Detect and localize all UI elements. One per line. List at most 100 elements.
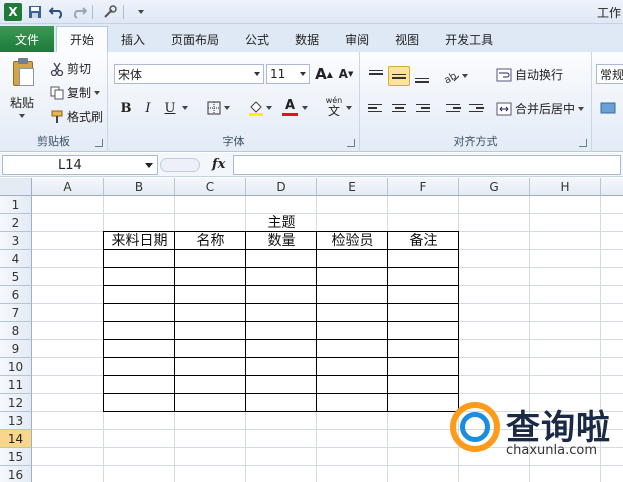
save-icon[interactable] xyxy=(26,3,44,21)
cell-d3-header[interactable]: 数量 xyxy=(246,232,317,250)
column-header-b[interactable]: B xyxy=(104,178,175,196)
row-header-13[interactable]: 13 xyxy=(0,412,32,430)
column-header-d[interactable]: D xyxy=(246,178,317,196)
fill-color-dropdown-icon[interactable] xyxy=(264,98,274,118)
font-size-select[interactable]: 11 xyxy=(266,64,310,84)
border-button[interactable] xyxy=(204,98,224,118)
tab-view[interactable]: 视图 xyxy=(382,26,432,52)
row-header-5[interactable]: 5 xyxy=(0,268,32,286)
row-header-16[interactable]: 16 xyxy=(0,466,32,482)
row-header-1[interactable]: 1 xyxy=(0,196,32,214)
font-dialog-launcher-icon[interactable] xyxy=(347,139,355,147)
bottom-align-button[interactable] xyxy=(411,66,433,86)
column-header-a[interactable]: A xyxy=(32,178,104,196)
column-header-h[interactable]: H xyxy=(530,178,601,196)
orientation-button[interactable]: ab xyxy=(442,66,468,86)
redo-icon[interactable] xyxy=(70,3,88,21)
align-right-button[interactable] xyxy=(411,98,433,118)
grow-font-label: A xyxy=(315,65,327,83)
insert-function-button[interactable]: fx xyxy=(212,157,225,172)
paste-button[interactable]: 粘贴 xyxy=(10,94,34,111)
table-border xyxy=(103,393,459,394)
merge-dropdown-icon[interactable] xyxy=(578,106,585,111)
tab-insert[interactable]: 插入 xyxy=(108,26,158,52)
column-header-partial[interactable] xyxy=(601,178,623,196)
increase-indent-button[interactable] xyxy=(465,98,487,118)
row-header-3[interactable]: 3 xyxy=(0,232,32,250)
column-header-e[interactable]: E xyxy=(317,178,388,196)
row-header-10[interactable]: 10 xyxy=(0,358,32,376)
italic-button[interactable]: I xyxy=(138,98,158,118)
name-box[interactable]: L14 xyxy=(2,155,158,175)
row-header-4[interactable]: 4 xyxy=(0,250,32,268)
row-header-14[interactable]: 14 xyxy=(0,430,32,448)
phonetic-button[interactable]: wén 文 xyxy=(322,96,346,118)
row-header-11[interactable]: 11 xyxy=(0,376,32,394)
alignment-dialog-launcher-icon[interactable] xyxy=(579,139,587,147)
font-color-button[interactable]: A xyxy=(280,96,300,118)
column-header-g[interactable]: G xyxy=(459,178,530,196)
tab-data[interactable]: 数据 xyxy=(282,26,332,52)
bold-button[interactable]: B xyxy=(116,98,136,118)
tab-page-layout[interactable]: 页面布局 xyxy=(158,26,232,52)
qat-dropdown-icon[interactable] xyxy=(132,3,150,21)
tab-review[interactable]: 审阅 xyxy=(332,26,382,52)
clipboard-dialog-launcher-icon[interactable] xyxy=(95,139,103,147)
column-header-f[interactable]: F xyxy=(388,178,459,196)
cut-button[interactable]: 剪切 xyxy=(50,60,91,77)
format-painter-label: 格式刷 xyxy=(67,110,104,124)
top-align-button[interactable] xyxy=(365,66,387,86)
font-name-select[interactable]: 宋体 xyxy=(114,64,264,84)
wrap-text-button[interactable]: 自动换行 xyxy=(496,66,563,83)
font-group-label: 字体 xyxy=(222,135,245,148)
fill-color-button[interactable] xyxy=(246,98,266,118)
formula-input[interactable] xyxy=(233,155,621,175)
cell-b3-header[interactable]: 来料日期 xyxy=(104,232,175,250)
align-left-button[interactable] xyxy=(365,98,387,118)
toolbar-separator xyxy=(123,4,124,19)
row-header-15[interactable]: 15 xyxy=(0,448,32,466)
underline-dropdown-icon[interactable] xyxy=(180,98,190,118)
formula-bar-splitter[interactable] xyxy=(160,158,200,172)
select-all-corner[interactable] xyxy=(0,178,32,196)
cell-d2-title[interactable]: 主题 xyxy=(246,214,317,232)
cell-f3-header[interactable]: 备注 xyxy=(388,232,459,250)
row-header-2[interactable]: 2 xyxy=(0,214,32,232)
shrink-font-button[interactable]: A ▼ xyxy=(336,64,356,84)
undo-icon[interactable] xyxy=(48,3,66,21)
copy-button[interactable]: 复制 xyxy=(50,84,101,101)
row-header-7[interactable]: 7 xyxy=(0,304,32,322)
paste-dropdown-icon[interactable] xyxy=(16,114,25,118)
decrease-indent-button[interactable] xyxy=(442,98,464,118)
format-painter-button[interactable]: 格式刷 xyxy=(50,108,103,125)
align-center-button[interactable] xyxy=(388,98,410,118)
row-header-9[interactable]: 9 xyxy=(0,340,32,358)
number-format-select[interactable]: 常规 xyxy=(596,64,623,84)
clipboard-group: 粘贴 剪切 复制 格式刷 剪贴板 xyxy=(0,52,108,152)
paste-icon[interactable] xyxy=(10,58,36,88)
grow-font-button[interactable]: A ▲ xyxy=(314,64,334,84)
font-name-value: 宋体 xyxy=(118,67,143,82)
customize-tool-icon[interactable] xyxy=(101,3,119,21)
cell-c3-header[interactable]: 名称 xyxy=(175,232,246,250)
column-header-c[interactable]: C xyxy=(175,178,246,196)
excel-app-icon[interactable]: X xyxy=(4,2,22,21)
tab-developer[interactable]: 开发工具 xyxy=(432,26,506,52)
row-header-6[interactable]: 6 xyxy=(0,286,32,304)
cell-e3-header[interactable]: 检验员 xyxy=(317,232,388,250)
font-color-dropdown-icon[interactable] xyxy=(300,98,310,118)
row-header-12[interactable]: 12 xyxy=(0,394,32,412)
name-box-dropdown-icon[interactable] xyxy=(145,163,153,168)
tab-file[interactable]: 文件 xyxy=(0,26,54,52)
merge-center-button[interactable]: 合并后居中 xyxy=(496,100,585,117)
underline-button[interactable]: U xyxy=(160,98,180,118)
row-header-8[interactable]: 8 xyxy=(0,322,32,340)
border-dropdown-icon[interactable] xyxy=(222,98,232,118)
copy-dropdown-icon[interactable] xyxy=(94,90,101,95)
tab-home[interactable]: 开始 xyxy=(56,26,109,52)
currency-format-icon[interactable] xyxy=(598,98,618,118)
window-title: 工作 xyxy=(596,6,621,20)
middle-align-button[interactable] xyxy=(388,66,410,86)
phonetic-dropdown-icon[interactable] xyxy=(344,98,354,118)
tab-formulas[interactable]: 公式 xyxy=(232,26,282,52)
